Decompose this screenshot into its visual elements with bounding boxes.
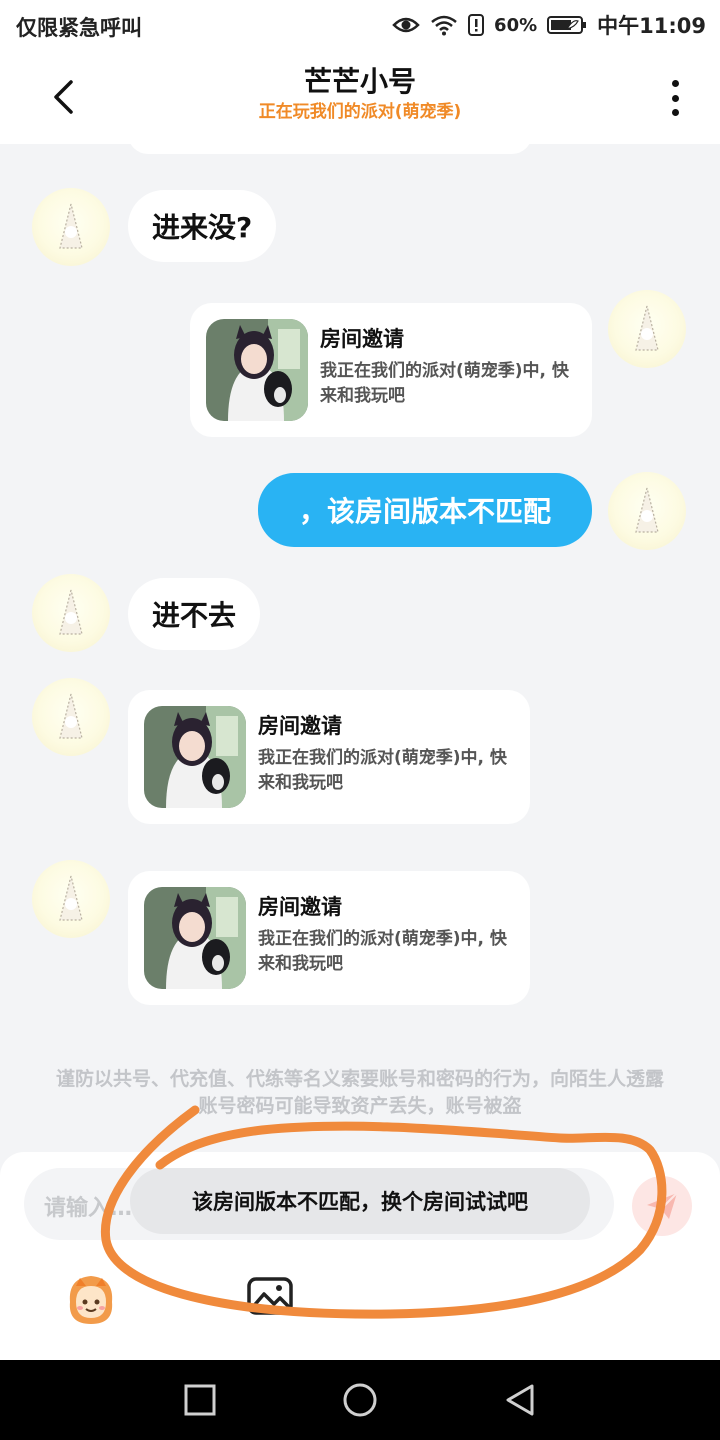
wifi-icon [431,15,457,36]
my-avatar[interactable] [608,472,686,550]
card-title: 房间邀请 [258,714,342,738]
contact-avatar[interactable] [32,188,110,266]
battery-percent: 60% [494,14,538,36]
mascot-emoji-icon [69,1276,113,1324]
status-icons: 60% 中午11:09 [392,10,706,40]
input-placeholder: 请输入… [44,1196,133,1221]
chevron-left-icon [54,80,73,114]
security-warning: 谨防以共号、代充值、代练等名义索要账号和密码的行为，向陌生人透露账号密码可能导致… [55,1068,664,1117]
status-bar: 仅限紧急呼叫 60% 中午11:09 [0,0,720,52]
room-thumbnail [144,887,246,989]
title-block[interactable]: 芒芒小号 正在玩我们的派对(萌宠季) [160,64,560,124]
alert-icon [468,14,485,36]
chat-header: 芒芒小号 正在玩我们的派对(萌宠季) [0,52,720,144]
room-invite-card[interactable]: 房间邀请 我正在我们的派对(萌宠季)中, 快来和我玩吧 [190,303,592,437]
room-thumbnail [206,319,308,421]
emoji-button[interactable] [62,1272,120,1328]
system-navigation-bar [0,1360,720,1440]
card-description: 我正在我们的派对(萌宠季)中, 快来和我玩吧 [320,361,569,406]
toast-message: 该房间版本不匹配，换个房间试试吧 [130,1168,590,1234]
back-button[interactable] [40,74,86,120]
room-invite-card[interactable]: 房间邀请 我正在我们的派对(萌宠季)中, 快来和我玩吧 [128,871,530,1005]
room-invite-card[interactable]: 房间邀请 我正在我们的派对(萌宠季)中, 快来和我玩吧 [128,690,530,824]
contact-status: 正在玩我们的派对(萌宠季) [258,102,462,122]
message-bubble-mine[interactable]: ，该房间版本不匹配 [258,473,592,547]
contact-avatar[interactable] [32,574,110,652]
back-triangle-icon[interactable] [500,1380,540,1420]
room-thumbnail [144,706,246,808]
card-description: 我正在我们的派对(萌宠季)中, 快来和我玩吧 [258,748,507,793]
home-icon[interactable] [340,1380,380,1420]
message-bubble[interactable]: 进来没? [128,190,277,262]
image-icon [247,1277,293,1315]
my-avatar[interactable] [608,290,686,368]
send-icon [647,1192,678,1219]
partial-message-bubble [128,144,532,154]
contact-name: 芒芒小号 [303,65,416,98]
card-title: 房间邀请 [258,895,342,919]
battery-icon [547,16,587,34]
clock: 中午11:09 [597,14,706,38]
more-vertical-icon [671,80,679,87]
card-title: 房间邀请 [320,327,404,351]
contact-avatar[interactable] [32,860,110,938]
chat-area[interactable]: 进来没? 房间邀请 我正在我们的派对(萌宠季)中, 快来和我玩吧 ，该房间版本不 [0,144,720,1154]
card-description: 我正在我们的派对(萌宠季)中, 快来和我玩吧 [258,929,507,974]
recent-apps-icon[interactable] [180,1380,220,1420]
eye-icon [392,17,420,33]
contact-avatar[interactable] [32,678,110,756]
send-button[interactable] [632,1176,692,1236]
carrier-text: 仅限紧急呼叫 [16,16,142,40]
message-bubble[interactable]: 进不去 [128,578,261,650]
image-button[interactable] [246,1276,294,1316]
more-options-button[interactable] [660,76,690,120]
